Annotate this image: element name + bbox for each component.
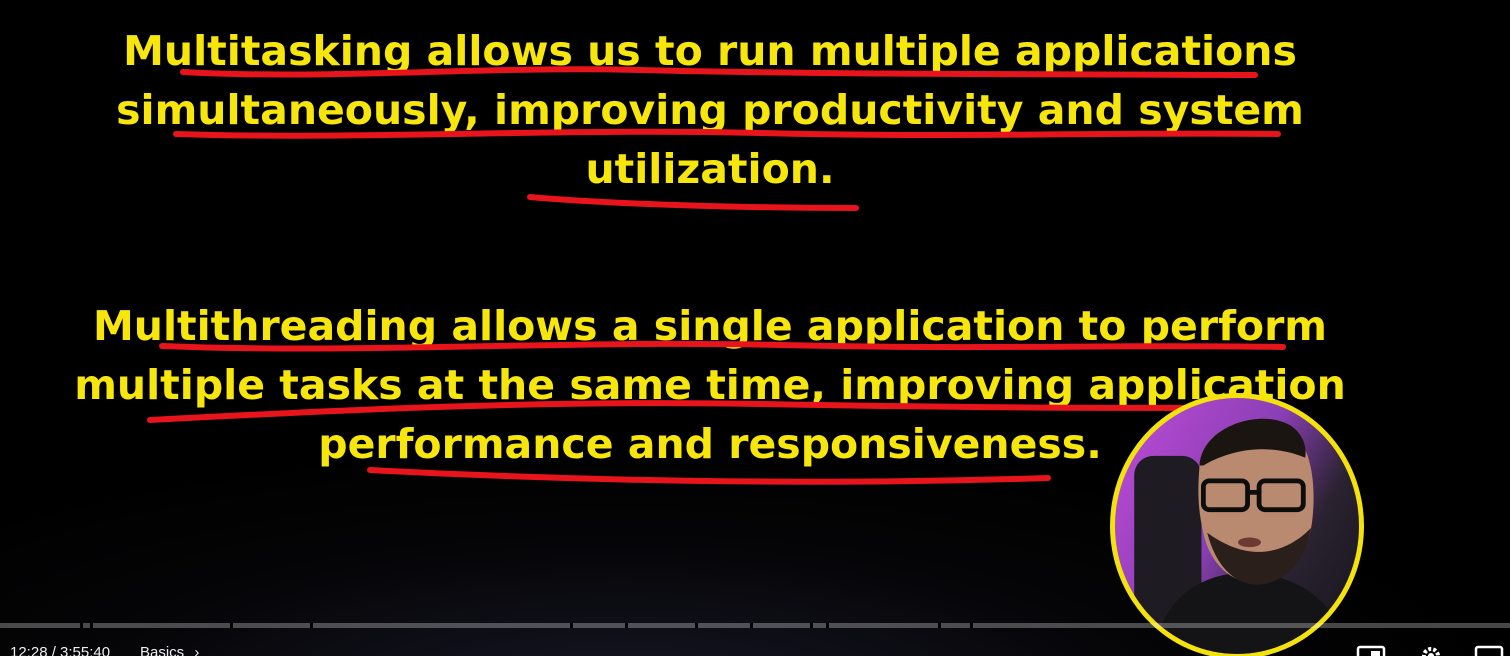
settings-icon[interactable] — [1416, 644, 1446, 656]
video-progress-bar[interactable] — [0, 623, 1510, 628]
miniplayer-icon[interactable] — [1356, 644, 1386, 656]
slide-text-line: Multitasking allows us to run multiple a… — [123, 27, 1297, 75]
chapter-marker — [80, 623, 83, 628]
chapter-marker — [695, 623, 698, 628]
chapter-marker — [230, 623, 233, 628]
player-controls: 12:28 / 3:55:40 Basics › — [0, 630, 1510, 656]
chapter-marker — [826, 623, 829, 628]
chapter-marker — [90, 623, 93, 628]
slide-text-line: Multithreading allows a single applicati… — [92, 302, 1328, 350]
chapter-marker — [310, 623, 313, 628]
slide-text-line: simultaneously, improving productivity a… — [116, 86, 1304, 134]
theater-mode-icon[interactable] — [1474, 644, 1504, 656]
chapter-marker — [938, 623, 941, 628]
presenter-webcam-overlay — [1110, 393, 1364, 656]
slide-text-line: utilization. — [585, 145, 835, 193]
chapter-marker — [810, 623, 813, 628]
slide-paragraph-multitasking: Multitasking allows us to run multiple a… — [0, 22, 1420, 199]
time-display: 12:28 / 3:55:40 — [10, 644, 111, 656]
video-player[interactable]: Multitasking allows us to run multiple a… — [0, 0, 1510, 656]
chapter-marker — [625, 623, 628, 628]
presenter-face-icon — [1134, 418, 1351, 654]
chapter-marker — [750, 623, 753, 628]
chapter-button[interactable]: Basics › — [140, 644, 199, 656]
chapter-marker — [970, 623, 973, 628]
chapter-marker — [570, 623, 573, 628]
chevron-right-icon: › — [194, 644, 200, 656]
chapter-title: Basics — [140, 644, 185, 656]
